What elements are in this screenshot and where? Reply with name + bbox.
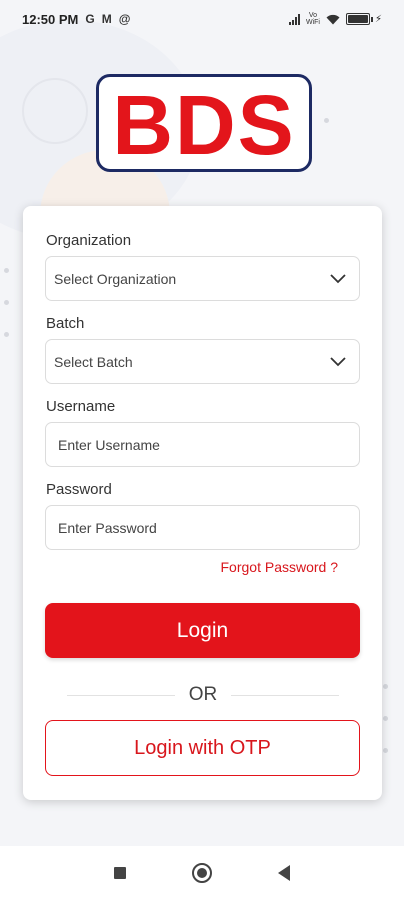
- status-time: 12:50 PM: [22, 11, 79, 27]
- recent-apps-icon[interactable]: [114, 867, 126, 879]
- login-with-otp-button[interactable]: Login with OTP: [45, 720, 360, 776]
- decoration-dot: [383, 716, 388, 721]
- navigation-bar: [0, 846, 404, 900]
- username-field[interactable]: Enter Username: [45, 422, 360, 467]
- home-icon[interactable]: [192, 863, 212, 883]
- wifi-label: WiFi: [305, 19, 320, 26]
- or-divider: OR: [67, 683, 339, 707]
- logo-text: BDS: [112, 78, 296, 172]
- batch-dropdown[interactable]: Select Batch: [45, 339, 360, 384]
- username-label: Username: [46, 398, 116, 415]
- gmail-icon: M: [101, 12, 112, 26]
- login-card: Organization Select Organization Batch S…: [23, 206, 382, 800]
- status-bar: 12:50 PM G M @ Vo WiFi ⚡: [0, 0, 404, 38]
- decoration-dot: [383, 684, 388, 689]
- decoration-dot: [4, 268, 9, 273]
- organization-placeholder: Select Organization: [54, 270, 177, 287]
- status-left: 12:50 PM G M @: [22, 12, 130, 27]
- batch-label: Batch: [46, 315, 85, 332]
- decoration-dot: [4, 300, 9, 305]
- battery-level: [347, 15, 368, 23]
- divider-line: [67, 694, 175, 696]
- decoration-dot: [4, 332, 9, 337]
- organization-dropdown[interactable]: Select Organization: [45, 256, 360, 301]
- chevron-down-icon: [330, 356, 346, 366]
- forgot-password-link[interactable]: Forgot Password ?: [221, 559, 339, 575]
- cellular-signal-icon: [288, 13, 300, 25]
- decoration-dot: [324, 118, 329, 123]
- brand-logo: BDS: [96, 74, 312, 172]
- volte-label: Vo: [308, 12, 318, 19]
- login-button[interactable]: Login: [45, 603, 360, 658]
- chevron-down-icon: [330, 273, 346, 283]
- notification-icon: @: [118, 12, 131, 26]
- password-label: Password: [46, 481, 112, 498]
- decoration-dot: [383, 748, 388, 753]
- password-field[interactable]: Enter Password: [45, 505, 360, 550]
- password-placeholder: Enter Password: [58, 519, 157, 536]
- username-placeholder: Enter Username: [58, 436, 160, 453]
- charging-icon: ⚡: [374, 13, 382, 25]
- or-text: OR: [188, 684, 218, 705]
- back-icon[interactable]: [278, 865, 290, 881]
- organization-label: Organization: [46, 232, 132, 249]
- status-right: Vo WiFi ⚡: [288, 12, 382, 26]
- battery-icon: ⚡: [345, 13, 382, 25]
- google-icon: G: [85, 12, 95, 26]
- divider-line: [231, 694, 339, 696]
- clock-outline-decoration: [22, 78, 88, 144]
- volte-wifi-indicator: Vo WiFi: [306, 12, 320, 26]
- wifi-icon: [326, 14, 340, 24]
- batch-placeholder: Select Batch: [54, 353, 133, 370]
